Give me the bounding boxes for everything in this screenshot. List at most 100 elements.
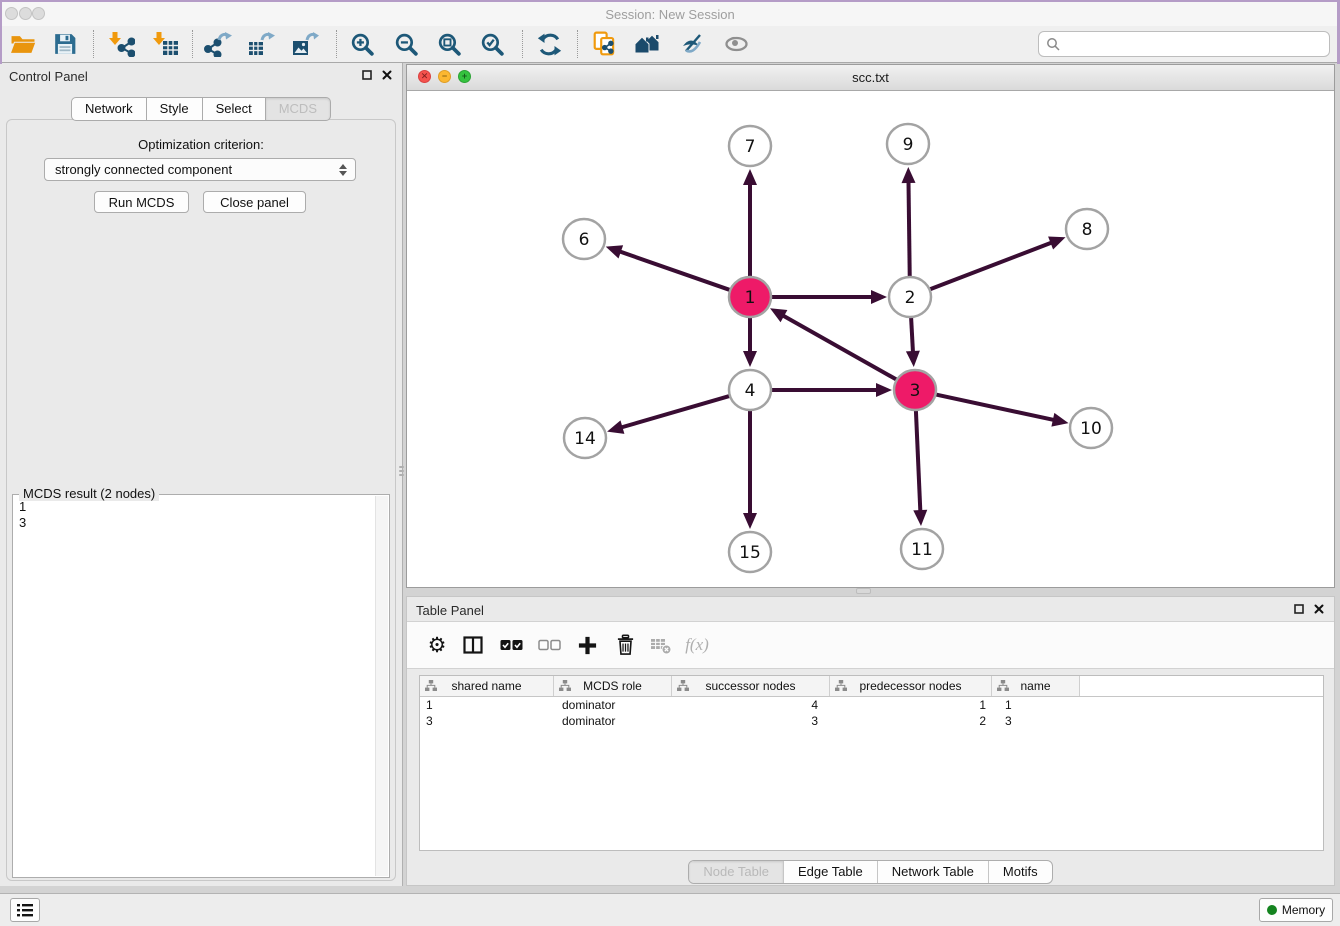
- deselect-all-button[interactable]: [533, 629, 565, 661]
- float-panel-icon[interactable]: [362, 70, 372, 80]
- zoom-out-button[interactable]: [388, 28, 424, 60]
- column-header-successor-nodes[interactable]: successor nodes: [672, 676, 830, 696]
- column-header-MCDS-role[interactable]: MCDS role: [554, 676, 672, 696]
- criterion-dropdown[interactable]: strongly connected component: [44, 158, 356, 181]
- tab-network[interactable]: Network: [71, 97, 147, 121]
- table-row[interactable]: 1dominator411: [420, 697, 1323, 713]
- graph-node-6[interactable]: 6: [563, 219, 605, 259]
- delete-table-button[interactable]: [645, 629, 677, 661]
- clone-network-button[interactable]: [587, 28, 623, 60]
- clone-network-icon: [592, 31, 618, 57]
- column-type-icon: [677, 680, 689, 692]
- svg-text:11: 11: [911, 540, 933, 560]
- run-mcds-button[interactable]: Run MCDS: [94, 191, 189, 213]
- list-icon: [17, 904, 33, 917]
- export-network-button[interactable]: [200, 28, 236, 60]
- zoom-fit-button[interactable]: [431, 28, 467, 60]
- graph-edge-3-1[interactable]: [783, 316, 899, 382]
- svg-text:8: 8: [1082, 220, 1093, 240]
- search-input[interactable]: [1060, 34, 1329, 54]
- close-panel-button[interactable]: Close panel: [203, 191, 306, 213]
- graph-edge-3-11[interactable]: [916, 408, 921, 511]
- graph-edge-1-6[interactable]: [620, 252, 733, 292]
- tab-network-table[interactable]: Network Table: [878, 861, 989, 883]
- apply-layout-button[interactable]: [531, 28, 567, 60]
- graph-node-11[interactable]: 11: [901, 529, 943, 569]
- cell[interactable]: 1: [992, 698, 1080, 712]
- network-graph-canvas[interactable]: 1 2 3 4 6 7 8 9 10 11 14 15: [407, 90, 1334, 587]
- close-panel-icon[interactable]: [1314, 604, 1324, 614]
- column-header-name[interactable]: name: [992, 676, 1080, 696]
- add-column-button[interactable]: [571, 629, 603, 661]
- cell[interactable]: 4: [672, 698, 830, 712]
- table-settings-button[interactable]: ⚙: [421, 629, 453, 661]
- memory-button[interactable]: Memory: [1259, 898, 1333, 922]
- svg-text:14: 14: [574, 429, 596, 449]
- save-session-button[interactable]: [47, 28, 83, 60]
- zoom-in-button[interactable]: [344, 28, 380, 60]
- tab-motifs[interactable]: Motifs: [989, 861, 1052, 883]
- cell[interactable]: dominator: [554, 714, 672, 728]
- search-field[interactable]: [1038, 31, 1330, 57]
- vertical-splitter-grip[interactable]: [398, 461, 405, 481]
- show-hide-button[interactable]: [718, 28, 754, 60]
- optimization-criterion-label: Optimization criterion:: [0, 137, 402, 152]
- table-row[interactable]: 3dominator323: [420, 713, 1323, 729]
- cell[interactable]: dominator: [554, 698, 672, 712]
- cell[interactable]: 1: [420, 698, 554, 712]
- graph-node-8[interactable]: 8: [1066, 209, 1108, 249]
- export-table-button[interactable]: [243, 28, 279, 60]
- tab-node-table[interactable]: Node Table: [689, 861, 784, 883]
- column-header-shared-name[interactable]: shared name: [420, 676, 554, 696]
- graph-edge-2-3[interactable]: [911, 315, 913, 352]
- tab-mcds[interactable]: MCDS: [266, 97, 331, 121]
- cell[interactable]: 3: [992, 714, 1080, 728]
- houses-icon: [633, 32, 663, 56]
- split-panel-button[interactable]: [457, 629, 489, 661]
- cell[interactable]: 3: [672, 714, 830, 728]
- column-header-filler: [1080, 676, 1323, 696]
- control-panel-title: Control Panel: [9, 69, 88, 84]
- graph-node-1[interactable]: 1: [729, 277, 771, 317]
- graph-node-2[interactable]: 2: [889, 277, 931, 317]
- export-image-button[interactable]: [287, 28, 323, 60]
- function-builder-button[interactable]: f(x): [681, 629, 713, 661]
- graph-edge-2-8[interactable]: [927, 243, 1052, 291]
- graph-node-15[interactable]: 15: [729, 532, 771, 572]
- tab-style[interactable]: Style: [147, 97, 203, 121]
- graph-edge-2-9[interactable]: [908, 182, 909, 279]
- graph-node-3[interactable]: 3: [894, 370, 936, 410]
- close-panel-icon[interactable]: [382, 70, 392, 80]
- graph-edge-4-14[interactable]: [621, 395, 732, 427]
- main-toolbar: [0, 26, 1340, 63]
- select-all-button[interactable]: [495, 629, 527, 661]
- column-header-predecessor-nodes[interactable]: predecessor nodes: [830, 676, 992, 696]
- export-network-icon: [204, 31, 232, 57]
- graph-node-4[interactable]: 4: [729, 370, 771, 410]
- import-table-button[interactable]: [147, 28, 183, 60]
- result-scrollbar[interactable]: [375, 496, 388, 876]
- graph-edge-3-10[interactable]: [933, 394, 1054, 420]
- tab-select[interactable]: Select: [203, 97, 266, 121]
- import-table-icon: [151, 31, 179, 57]
- show-networks-button[interactable]: [630, 28, 666, 60]
- graph-node-9[interactable]: 9: [887, 124, 929, 164]
- mcds-result-title: MCDS result (2 nodes): [19, 486, 159, 501]
- cell[interactable]: 3: [420, 714, 554, 728]
- graph-node-7[interactable]: 7: [729, 126, 771, 166]
- tab-edge-table[interactable]: Edge Table: [784, 861, 878, 883]
- float-panel-icon[interactable]: [1294, 604, 1304, 614]
- open-file-button[interactable]: [5, 28, 41, 60]
- graph-node-14[interactable]: 14: [564, 418, 606, 458]
- cell[interactable]: 1: [830, 698, 992, 712]
- task-history-button[interactable]: [10, 898, 40, 922]
- horizontal-splitter-grip[interactable]: [856, 588, 871, 594]
- zoom-in-icon: [349, 31, 376, 58]
- import-network-button[interactable]: [103, 28, 139, 60]
- delete-column-button[interactable]: [609, 629, 641, 661]
- toggle-visual-styles-button[interactable]: [674, 28, 710, 60]
- graph-node-10[interactable]: 10: [1070, 408, 1112, 448]
- zoom-selected-button[interactable]: [474, 28, 510, 60]
- svg-text:2: 2: [905, 288, 916, 308]
- cell[interactable]: 2: [830, 714, 992, 728]
